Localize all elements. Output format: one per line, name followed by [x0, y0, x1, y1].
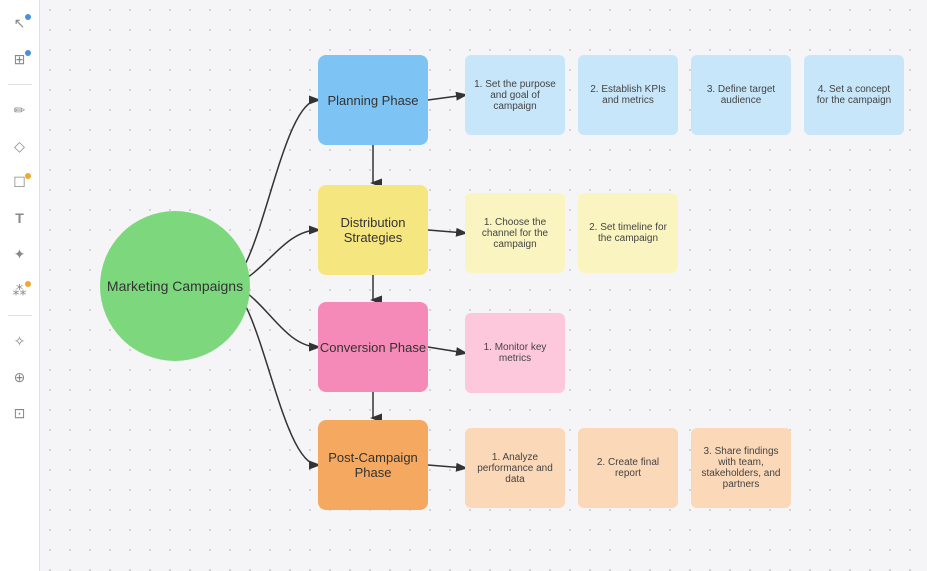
- center-node[interactable]: Marketing Campaigns: [100, 211, 250, 361]
- card-post3-text: 3. Share findings with team, stakeholder…: [699, 446, 783, 490]
- phase-planning[interactable]: Planning Phase: [318, 55, 428, 145]
- card-post1[interactable]: 1. Analyze performance and data: [465, 428, 565, 508]
- phase-distribution[interactable]: Distribution Strategies: [318, 185, 428, 275]
- image-icon[interactable]: ⊡: [9, 402, 31, 424]
- phase-postcampaign-label: Post-Campaign Phase: [318, 450, 428, 480]
- phase-conversion[interactable]: Conversion Phase: [318, 302, 428, 392]
- card-p2[interactable]: 2. Establish KPIs and metrics: [578, 55, 678, 135]
- globe-icon[interactable]: ⊕: [9, 366, 31, 388]
- card-post2[interactable]: 2. Create final report: [578, 428, 678, 508]
- card-post3[interactable]: 3. Share findings with team, stakeholder…: [691, 428, 791, 508]
- card-p2-text: 2. Establish KPIs and metrics: [586, 84, 670, 106]
- card-c1[interactable]: 1. Monitor key metrics: [465, 313, 565, 393]
- canvas: ↖ ⊞ ✏ ◇ ☐ T ✦ ⁂ ✧ ⊕ ⊡: [0, 0, 927, 571]
- card-post2-text: 2. Create final report: [586, 457, 670, 479]
- divider: [8, 84, 32, 85]
- plugin-icon[interactable]: ✧: [9, 330, 31, 352]
- divider2: [8, 315, 32, 316]
- card-c1-text: 1. Monitor key metrics: [473, 342, 557, 364]
- card-d2-text: 2. Set timeline for the campaign: [586, 222, 670, 244]
- card-p4-text: 4. Set a concept for the campaign: [812, 84, 896, 106]
- shape-icon[interactable]: ◇: [9, 135, 31, 157]
- card-p3-text: 3. Define target audience: [699, 84, 783, 106]
- card-d2[interactable]: 2. Set timeline for the campaign: [578, 193, 678, 273]
- card-p1[interactable]: 1. Set the purpose and goal of campaign: [465, 55, 565, 135]
- card-p1-text: 1. Set the purpose and goal of campaign: [473, 79, 557, 112]
- phase-distribution-label: Distribution Strategies: [318, 215, 428, 245]
- text-icon[interactable]: T: [9, 207, 31, 229]
- card-d1[interactable]: 1. Choose the channel for the campaign: [465, 193, 565, 273]
- phase-postcampaign[interactable]: Post-Campaign Phase: [318, 420, 428, 510]
- phase-conversion-label: Conversion Phase: [320, 340, 426, 355]
- center-label: Marketing Campaigns: [107, 278, 243, 294]
- pen-icon[interactable]: ✏: [9, 99, 31, 121]
- card-post1-text: 1. Analyze performance and data: [473, 452, 557, 485]
- star-icon[interactable]: ✦: [9, 243, 31, 265]
- phase-planning-label: Planning Phase: [327, 93, 418, 108]
- card-d1-text: 1. Choose the channel for the campaign: [473, 217, 557, 250]
- layers-icon[interactable]: ⊞: [9, 48, 31, 70]
- sidebar: ↖ ⊞ ✏ ◇ ☐ T ✦ ⁂ ✧ ⊕ ⊡: [0, 0, 40, 571]
- mindmap: Marketing Campaigns Planning Phase Distr…: [40, 0, 927, 571]
- card-p3[interactable]: 3. Define target audience: [691, 55, 791, 135]
- connect-icon[interactable]: ⁂: [9, 279, 31, 301]
- note-icon[interactable]: ☐: [9, 171, 31, 193]
- card-p4[interactable]: 4. Set a concept for the campaign: [804, 55, 904, 135]
- cursor-icon[interactable]: ↖: [9, 12, 31, 34]
